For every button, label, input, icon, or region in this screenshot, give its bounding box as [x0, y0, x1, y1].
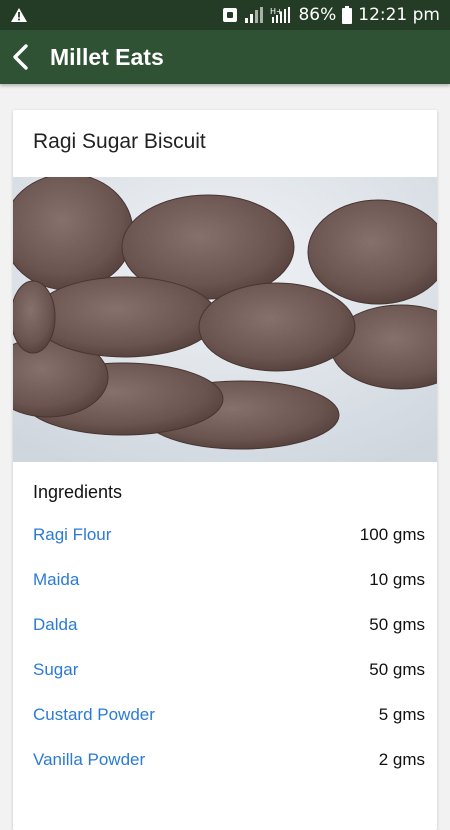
recipe-title: Ragi Sugar Biscuit: [33, 130, 206, 153]
ingredient-row[interactable]: Custard Powder 5 gms: [33, 702, 425, 728]
app-bar: Millet Eats: [0, 30, 450, 84]
status-right-icons: H+ 86% 12:21 pm: [222, 5, 440, 25]
back-button[interactable]: [2, 30, 40, 84]
app-title: Millet Eats: [50, 43, 164, 70]
signal-icon: [245, 7, 264, 23]
notification-icon: [223, 8, 238, 22]
ingredient-quantity: 2 gms: [378, 750, 425, 769]
ingredients-heading: Ingredients: [33, 482, 123, 502]
recipe-image: [13, 177, 437, 462]
warning-icon: [11, 8, 27, 22]
ingredient-name-link[interactable]: Vanilla Powder: [33, 750, 145, 770]
ingredient-row[interactable]: Sugar 50 gms: [33, 657, 425, 683]
ingredient-row[interactable]: Dalda 50 gms: [33, 612, 425, 638]
status-left-icons: [10, 7, 28, 23]
ingredient-name-link[interactable]: Maida: [33, 570, 79, 590]
ingredient-name-link[interactable]: Custard Powder: [33, 705, 155, 725]
ingredient-quantity: 10 gms: [369, 570, 425, 589]
ingredient-row[interactable]: Vanilla Powder 2 gms: [33, 747, 425, 773]
ingredient-name-link[interactable]: Sugar: [33, 660, 78, 680]
clock: 12:21 pm: [358, 5, 440, 25]
recipe-card: Ragi Sugar Biscuit Ingredients Ragi Flou…: [13, 110, 437, 830]
hplus-signal-icon: H+: [270, 7, 291, 23]
ingredient-quantity: 50 gms: [369, 615, 425, 634]
status-bar: H+ 86% 12:21 pm: [0, 0, 450, 30]
ingredient-quantity: 50 gms: [369, 660, 425, 679]
back-arrow-icon: [13, 44, 28, 70]
ingredient-name-link[interactable]: Dalda: [33, 615, 77, 635]
battery-percentage: 86%: [298, 5, 337, 25]
battery-icon: [342, 6, 353, 24]
ingredient-name-link[interactable]: Ragi Flour: [33, 525, 111, 545]
ingredient-row[interactable]: Maida 10 gms: [33, 567, 425, 593]
ingredient-quantity: 5 gms: [378, 705, 425, 724]
ingredient-quantity: 100 gms: [359, 525, 425, 544]
ingredient-row[interactable]: Ragi Flour 100 gms: [33, 522, 425, 548]
